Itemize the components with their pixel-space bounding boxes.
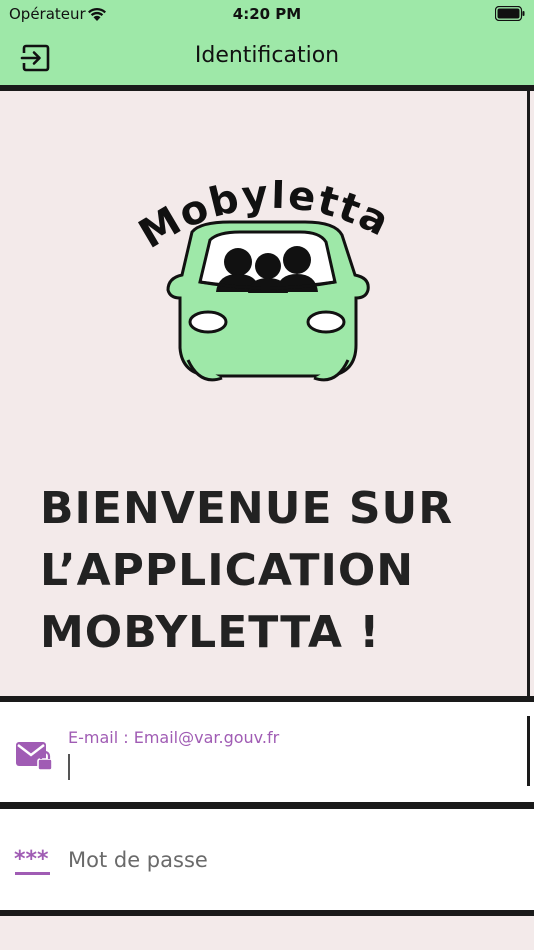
- svg-text:***: ***: [14, 848, 49, 872]
- page-title: Identification: [194, 43, 340, 68]
- text-caret: [68, 754, 70, 780]
- email-label: E-mail : Email@var.gouv.fr: [68, 728, 280, 747]
- header-divider: [0, 85, 534, 91]
- top-bar: Opérateur 4:20 PM Identification: [0, 0, 534, 86]
- email-field[interactable]: [0, 702, 534, 802]
- divider: [0, 802, 534, 809]
- clock: 4:20 PM: [232, 5, 302, 23]
- password-input[interactable]: [68, 838, 508, 882]
- status-bar: Opérateur 4:20 PM: [0, 0, 534, 28]
- welcome-heading: BIENVENUE SUR L’APPLICATION MOBYLETTA !: [40, 478, 510, 664]
- right-border: [527, 91, 530, 696]
- welcome-line-2: L’APPLICATION: [40, 545, 415, 596]
- welcome-line-3: MOBYLETTA !: [40, 607, 381, 658]
- password-icon: ***: [14, 848, 50, 875]
- battery-icon: [495, 6, 525, 21]
- welcome-line-1: BIENVENUE SUR: [40, 483, 454, 534]
- divider: [0, 910, 534, 916]
- mobyletta-logo: Mobyletta83: [130, 180, 396, 382]
- email-lock-icon: [16, 742, 53, 771]
- scroll-indicator: [527, 716, 530, 786]
